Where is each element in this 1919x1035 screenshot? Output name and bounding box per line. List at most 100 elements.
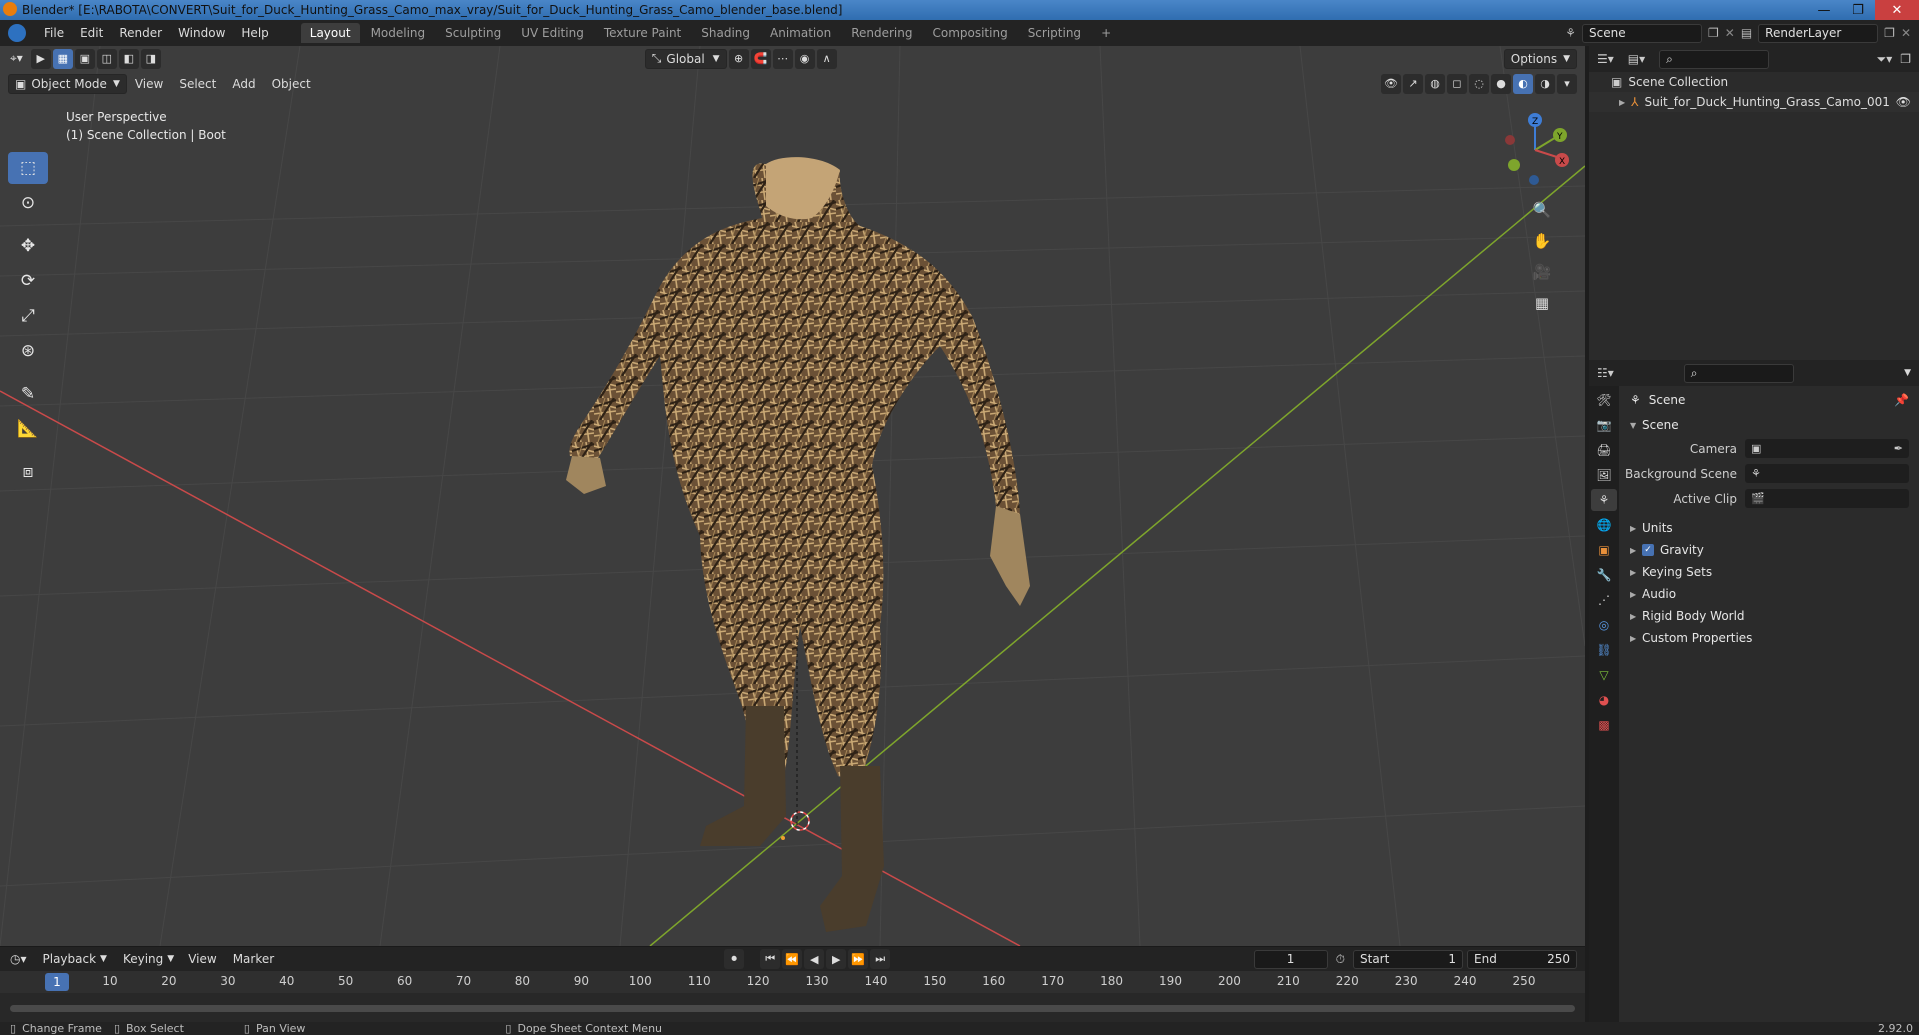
visibility-eye-icon[interactable]: 👁 — [1896, 95, 1911, 109]
auto-keying-record-icon[interactable]: ⏺ — [724, 949, 745, 969]
menu-edit[interactable]: Edit — [72, 26, 111, 40]
world-tab-icon[interactable]: 🌐 — [1591, 514, 1617, 536]
options-dropdown[interactable]: Options ▼ — [1503, 48, 1577, 69]
snap-target-icon[interactable]: ⋯ — [772, 48, 793, 69]
navigation-gizmo[interactable]: Z Y X — [1470, 110, 1580, 200]
display-mode-icon[interactable]: ▤▾ — [1628, 52, 1645, 66]
mode-dropdown[interactable]: ▣ Object Mode ▼ — [8, 73, 127, 94]
tab-layout[interactable]: Layout — [300, 23, 360, 43]
box-select-mode-icon[interactable]: ▦ — [52, 48, 73, 69]
panel-keying-sets[interactable]: ▶ Keying Sets — [1620, 561, 1919, 583]
menu-help[interactable]: Help — [233, 26, 276, 40]
jump-end-icon[interactable]: ⏭ — [870, 949, 891, 969]
tab-uv-editing[interactable]: UV Editing — [512, 23, 593, 43]
texture-tab-icon[interactable]: ▩ — [1591, 714, 1617, 736]
panel-rigid-body-world[interactable]: ▶ Rigid Body World — [1620, 605, 1919, 627]
menu-render[interactable]: Render — [111, 26, 170, 40]
jump-prev-keyframe-icon[interactable]: ⏪ — [782, 949, 803, 969]
object-tab-icon[interactable]: ▣ — [1591, 539, 1617, 561]
render-tab-icon[interactable]: 📷 — [1591, 414, 1617, 436]
pivot-point-icon[interactable]: ⊕ — [728, 48, 749, 69]
physics-tab-icon[interactable]: ◎ — [1591, 614, 1617, 636]
panel-gravity[interactable]: ▶ ✓ Gravity — [1620, 539, 1919, 561]
active-clip-field[interactable]: 🎬 — [1745, 489, 1909, 508]
measure-tool-icon[interactable]: 📐 — [8, 413, 48, 445]
jump-next-keyframe-icon[interactable]: ⏩ — [848, 949, 869, 969]
annotate-tool-icon[interactable]: ✎ — [8, 378, 48, 410]
outliner-editor-icon[interactable]: ☰▾ — [1597, 52, 1614, 66]
tab-modeling[interactable]: Modeling — [362, 23, 435, 43]
add-workspace-button[interactable]: + — [1092, 23, 1120, 43]
current-frame-field[interactable]: 1 — [1253, 949, 1328, 969]
constraints-tab-icon[interactable]: ⛓ — [1591, 639, 1617, 661]
intersect-select-icon[interactable]: ◨ — [140, 48, 161, 69]
extend-select-icon[interactable]: ▣ — [74, 48, 95, 69]
start-frame-field[interactable]: Start 1 — [1353, 949, 1463, 969]
jump-start-icon[interactable]: ⏮ — [760, 949, 781, 969]
gravity-checkbox[interactable]: ✓ — [1642, 544, 1654, 556]
background-scene-field[interactable]: ⚘ — [1745, 464, 1909, 483]
new-collection-icon[interactable]: ❐ — [1900, 52, 1911, 66]
visibility-eye-icon[interactable]: 👁 — [1381, 73, 1401, 94]
panel-units[interactable]: ▶ Units — [1620, 517, 1919, 539]
stopwatch-icon[interactable]: ⏱ — [1336, 952, 1345, 967]
blender-menu-icon[interactable] — [8, 24, 26, 42]
frame-ruler[interactable]: 1 10 20 30 40 50 60 70 80 90 100 110 120 130 140 150 160… — [0, 971, 1585, 993]
snap-icon[interactable]: 🧲 — [750, 48, 771, 69]
play-icon[interactable]: ▶ — [826, 949, 847, 969]
invert-select-icon[interactable]: ◧ — [118, 48, 139, 69]
panel-audio[interactable]: ▶ Audio — [1620, 583, 1919, 605]
tab-texture-paint[interactable]: Texture Paint — [595, 23, 690, 43]
xray-toggle-icon[interactable]: ◻ — [1447, 73, 1467, 94]
menu-file[interactable]: File — [36, 26, 72, 40]
proportional-edit-icon[interactable]: ◉ — [794, 48, 815, 69]
overlay-toggle-icon[interactable]: ◍ — [1425, 73, 1445, 94]
pan-hand-icon[interactable]: ✋ — [1528, 227, 1556, 255]
timeline-menu-marker[interactable]: Marker — [225, 952, 282, 966]
viewport-menu-add[interactable]: Add — [224, 77, 263, 91]
ortho-grid-icon[interactable]: ▦ — [1528, 289, 1556, 317]
tab-scripting[interactable]: Scripting — [1019, 23, 1090, 43]
properties-search-input[interactable]: ⌕ — [1683, 363, 1794, 383]
editor-type-icon[interactable]: ⌖▾ — [4, 49, 29, 69]
end-frame-field[interactable]: End 250 — [1467, 949, 1577, 969]
rotate-tool-icon[interactable]: ⟳ — [8, 265, 48, 297]
transform-tool-icon[interactable]: ⊛ — [8, 335, 48, 367]
close-button[interactable]: ✕ — [1875, 0, 1919, 20]
scale-tool-icon[interactable]: ⤢ — [8, 300, 48, 332]
output-tab-icon[interactable]: 🖨 — [1591, 439, 1617, 461]
select-tool-icon[interactable]: ▶ — [30, 48, 51, 69]
zoom-icon[interactable]: 🔍 — [1528, 196, 1556, 224]
select-box-tool-icon[interactable]: ⬚ — [8, 152, 48, 184]
rendered-shading-icon[interactable]: ◑ — [1535, 73, 1555, 94]
play-reverse-icon[interactable]: ◀ — [804, 949, 825, 969]
playback-dropdown[interactable]: Playback ▼ — [37, 949, 113, 969]
material-tab-icon[interactable]: ◕ — [1591, 689, 1617, 711]
timeline-editor-type-icon[interactable]: ◷▾ — [4, 949, 33, 969]
tab-rendering[interactable]: Rendering — [842, 23, 921, 43]
chevron-down-icon[interactable]: ▼ — [1904, 368, 1911, 378]
shading-options-icon[interactable]: ▾ — [1557, 73, 1577, 94]
panel-scene[interactable]: ▼ Scene — [1620, 414, 1919, 436]
tab-animation[interactable]: Animation — [761, 23, 840, 43]
subtract-select-icon[interactable]: ◫ — [96, 48, 117, 69]
tab-shading[interactable]: Shading — [692, 23, 759, 43]
timeline-scrollbar[interactable] — [10, 1005, 1575, 1012]
tab-sculpting[interactable]: Sculpting — [436, 23, 510, 43]
properties-editor-icon[interactable]: ☷▾ — [1597, 366, 1614, 380]
viewport-menu-select[interactable]: Select — [171, 77, 224, 91]
outliner-search-input[interactable]: ⌕ — [1659, 49, 1770, 69]
material-shading-icon[interactable]: ◐ — [1513, 73, 1533, 94]
remove-scene-icon[interactable]: ✕ — [1725, 26, 1735, 40]
transform-orientation-dropdown[interactable]: ⤡ Global ▼ — [644, 48, 727, 69]
eyedropper-icon[interactable]: ✒ — [1894, 442, 1903, 455]
viewport-menu-object[interactable]: Object — [264, 77, 319, 91]
keying-dropdown[interactable]: Keying ▼ — [117, 949, 180, 969]
maximize-button[interactable]: ❐ — [1841, 0, 1875, 20]
modifier-tab-icon[interactable]: 🔧 — [1591, 564, 1617, 586]
wireframe-shading-icon[interactable]: ◌ — [1469, 73, 1489, 94]
solid-shading-icon[interactable]: ● — [1491, 73, 1511, 94]
expand-arrow-icon[interactable]: ▶ — [1619, 98, 1625, 107]
filter-icon[interactable]: ⏷▾ — [1877, 52, 1893, 67]
particles-tab-icon[interactable]: ⋰ — [1591, 589, 1617, 611]
